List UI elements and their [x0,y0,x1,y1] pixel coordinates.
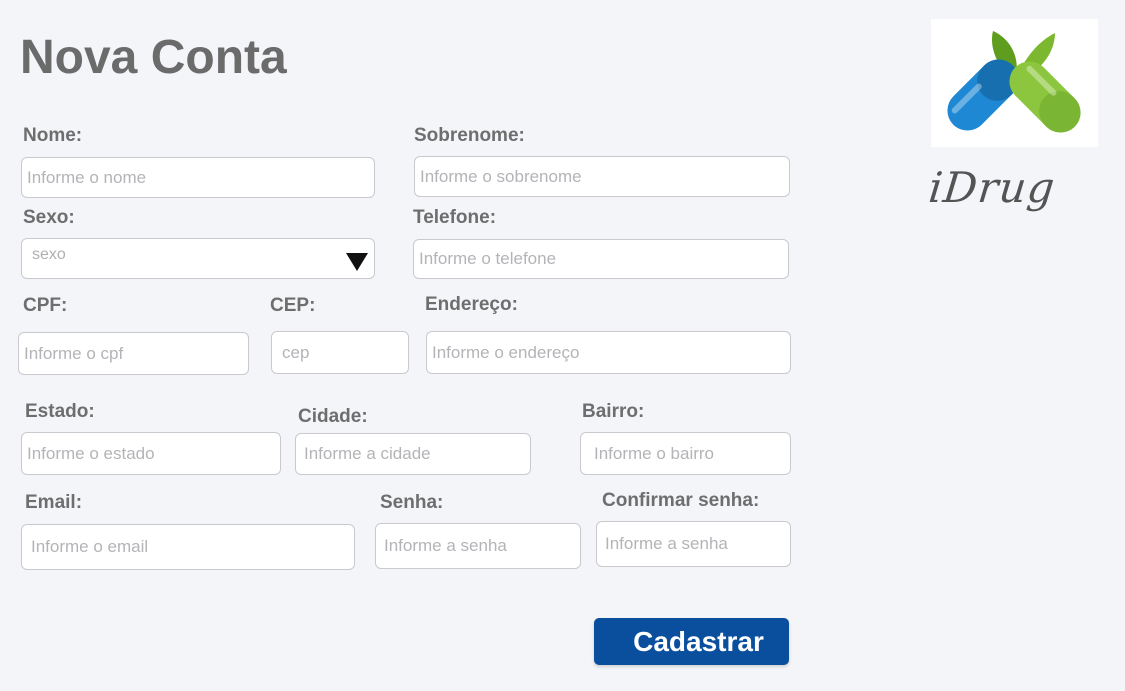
email-input[interactable] [21,524,355,570]
bairro-input[interactable] [580,432,791,475]
sexo-label: Sexo: [23,207,75,228]
cep-input[interactable] [271,331,409,374]
cadastrar-button[interactable]: Cadastrar [594,618,789,665]
capsule-leaves-logo-icon [947,31,1081,133]
logo [931,19,1098,147]
estado-label: Estado: [25,401,95,422]
cpf-input[interactable] [18,332,249,375]
endereco-label: Endereço: [425,294,518,315]
endereco-input[interactable] [426,331,791,374]
confirmar-senha-input[interactable] [596,521,791,567]
brand-name: iDrug [926,163,1058,212]
cpf-label: CPF: [23,295,68,316]
cep-label: CEP: [270,295,316,316]
sobrenome-input[interactable] [414,156,790,197]
bairro-label: Bairro: [582,401,645,422]
nome-label: Nome: [23,125,83,146]
senha-label: Senha: [380,492,444,513]
cidade-input[interactable] [295,433,531,475]
telefone-input[interactable] [413,239,789,279]
nome-input[interactable] [21,157,375,198]
sexo-select-value: sexo [32,246,66,263]
telefone-label: Telefone: [413,207,497,228]
cidade-label: Cidade: [298,406,368,427]
sexo-select[interactable]: sexo [21,238,375,279]
estado-input[interactable] [21,432,281,475]
caret-down-icon [346,253,368,271]
page-title: Nova Conta [20,31,287,84]
senha-input[interactable] [375,523,581,569]
email-label: Email: [25,492,83,513]
confirmar-senha-label: Confirmar senha: [602,490,760,511]
sobrenome-label: Sobrenome: [414,125,525,146]
